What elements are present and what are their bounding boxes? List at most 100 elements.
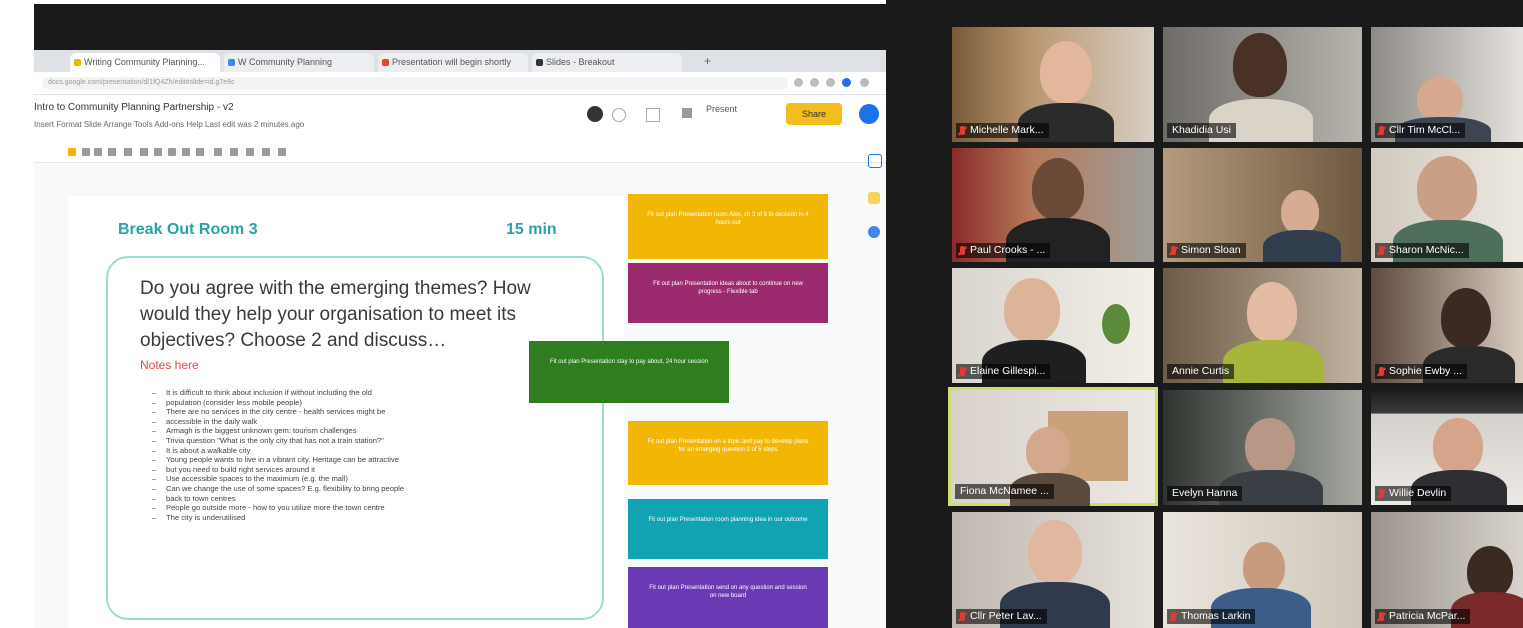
tab-label: Writing Community Planning...	[84, 57, 205, 67]
participant-video	[1032, 158, 1084, 220]
doc-icon	[228, 59, 235, 66]
participant-name: Evelyn Hanna	[1172, 487, 1238, 499]
discussion-question[interactable]: Do you agree with the emerging themes? H…	[140, 276, 576, 354]
list-item: People go outside more - how to you util…	[152, 503, 572, 513]
participant-tile[interactable]: Patricia McPar...	[1371, 512, 1523, 628]
list-item: back to town centres	[152, 494, 572, 504]
profile-icon[interactable]	[842, 78, 851, 87]
menu-bar[interactable]: Insert Format Slide Arrange Tools Add-on…	[34, 120, 304, 129]
undo-icon[interactable]	[82, 148, 90, 156]
browser-tab[interactable]: Writing Community Planning...	[70, 53, 220, 72]
comment-icon[interactable]	[646, 108, 660, 122]
participant-video	[1233, 33, 1287, 97]
slide-title[interactable]: Break Out Room 3	[118, 221, 258, 239]
participant-video	[1028, 520, 1082, 584]
list-item: population (consider less mobile people)	[152, 398, 572, 408]
sticky-note[interactable]: Fit out plan Presentation ideas about to…	[628, 263, 828, 323]
cursor-icon[interactable]	[140, 148, 148, 156]
muted-mic-icon	[1171, 612, 1176, 621]
menu-icon[interactable]	[860, 78, 869, 87]
account-avatar[interactable]	[859, 104, 879, 124]
participant-name-tag: Cllr Tim McCl...	[1375, 123, 1466, 138]
participant-tile[interactable]: Evelyn Hanna	[1163, 390, 1362, 505]
sticky-note[interactable]: Fit out plan Presentation stay to pay ab…	[529, 341, 729, 403]
extension-icon[interactable]	[810, 78, 819, 87]
participant-name: Thomas Larkin	[1181, 610, 1251, 622]
history-icon[interactable]	[612, 108, 626, 122]
shape-icon[interactable]	[182, 148, 190, 156]
layout-icon[interactable]	[246, 148, 254, 156]
participant-tile-active-speaker[interactable]: Fiona McNamee ...	[948, 387, 1158, 506]
participant-name-tag: Evelyn Hanna	[1167, 486, 1243, 501]
slides-view-icon[interactable]	[682, 108, 692, 118]
new-slide-icon[interactable]	[68, 148, 76, 156]
participant-tile[interactable]: Annie Curtis	[1163, 268, 1362, 383]
list-item: The city is underutilised	[152, 513, 572, 523]
participant-tile[interactable]: Sophie Ewby ...	[1371, 268, 1523, 383]
participant-video	[1433, 418, 1483, 474]
browser-tab[interactable]: Slides - Breakout	[532, 53, 682, 72]
sticky-note[interactable]: Fit out plan Presentation on a topic and…	[628, 421, 828, 485]
browser-tab[interactable]: W Community Planning	[224, 53, 374, 72]
browser-tab[interactable]: Presentation will begin shortly	[378, 53, 528, 72]
muted-mic-icon	[1379, 367, 1384, 376]
user-avatar[interactable]	[587, 106, 603, 122]
participant-video	[1243, 542, 1285, 592]
slide-time[interactable]: 15 min	[506, 221, 557, 239]
transition-icon[interactable]	[278, 148, 286, 156]
participant-video	[1467, 546, 1513, 598]
participant-tile[interactable]: Elaine Gillespi...	[952, 268, 1154, 383]
keep-icon[interactable]	[868, 192, 880, 204]
browser-window: Writing Community Planning... W Communit…	[34, 50, 886, 628]
theme-icon[interactable]	[262, 148, 270, 156]
print-icon[interactable]	[108, 148, 116, 156]
sticky-note[interactable]: Fit out plan Presentation room planning …	[628, 499, 828, 559]
new-tab-icon[interactable]: +	[704, 54, 711, 68]
line-icon[interactable]	[196, 148, 204, 156]
redo-icon[interactable]	[94, 148, 102, 156]
zoom-icon[interactable]	[124, 148, 132, 156]
list-item: accessible in the daily walk	[152, 417, 572, 427]
calendar-icon[interactable]	[868, 154, 882, 168]
extension-icon[interactable]	[826, 78, 835, 87]
participant-name: Khadidia Usi	[1172, 124, 1231, 136]
participant-tile[interactable]: Khadidia Usi	[1163, 27, 1362, 142]
tab-label: Slides - Breakout	[546, 57, 615, 67]
participant-tile[interactable]: Sharon McNic...	[1371, 148, 1523, 262]
slides-icon	[74, 59, 81, 66]
muted-mic-icon	[1379, 126, 1384, 135]
participant-video	[1247, 282, 1297, 342]
participant-tile[interactable]: Cllr Peter Lav...	[952, 512, 1154, 628]
participant-name: Elaine Gillespi...	[970, 365, 1046, 377]
tasks-icon[interactable]	[868, 226, 880, 238]
participant-tile[interactable]: Thomas Larkin	[1163, 512, 1362, 628]
participant-tile[interactable]: Willie Devlin	[1371, 390, 1523, 505]
muted-mic-icon	[1379, 246, 1384, 255]
doc-title[interactable]: Intro to Community Planning Partnership …	[34, 102, 234, 113]
notes-label[interactable]: Notes here	[140, 358, 199, 372]
participant-tile[interactable]: Paul Crooks - ...	[952, 148, 1154, 262]
comment-icon[interactable]	[214, 148, 222, 156]
muted-mic-icon	[960, 612, 965, 621]
list-item: Trivia question "What is the only city t…	[152, 436, 572, 446]
present-button[interactable]: Present	[706, 104, 737, 114]
participant-tile[interactable]: Cllr Tim McCl...	[1371, 27, 1523, 142]
participant-name-tag: Thomas Larkin	[1167, 609, 1256, 624]
participant-tile[interactable]: Michelle Mark...	[952, 27, 1154, 142]
share-button[interactable]: Share	[786, 103, 842, 125]
sticky-note[interactable]: Fit out plan Presentation room Alex, ch …	[628, 194, 828, 259]
muted-mic-icon	[960, 367, 965, 376]
slide[interactable]: Break Out Room 3 15 min Do you agree wit…	[68, 196, 624, 628]
textbox-icon[interactable]	[154, 148, 162, 156]
participant-name-tag: Willie Devlin	[1375, 486, 1452, 501]
notes-list[interactable]: It is difficult to think about inclusion…	[152, 388, 572, 522]
sticky-note[interactable]: Fit out plan Presentation send on any qu…	[628, 567, 828, 628]
image-icon[interactable]	[168, 148, 176, 156]
url-field[interactable]: docs.google.com/presentation/d/1fQ4Zh/ed…	[42, 77, 788, 89]
background-icon[interactable]	[230, 148, 238, 156]
participant-name: Michelle Mark...	[970, 124, 1044, 136]
participant-name-tag: Michelle Mark...	[956, 123, 1049, 138]
participant-name-tag: Annie Curtis	[1167, 364, 1235, 379]
participant-tile[interactable]: Simon Sloan	[1163, 148, 1362, 262]
star-icon[interactable]	[794, 78, 803, 87]
